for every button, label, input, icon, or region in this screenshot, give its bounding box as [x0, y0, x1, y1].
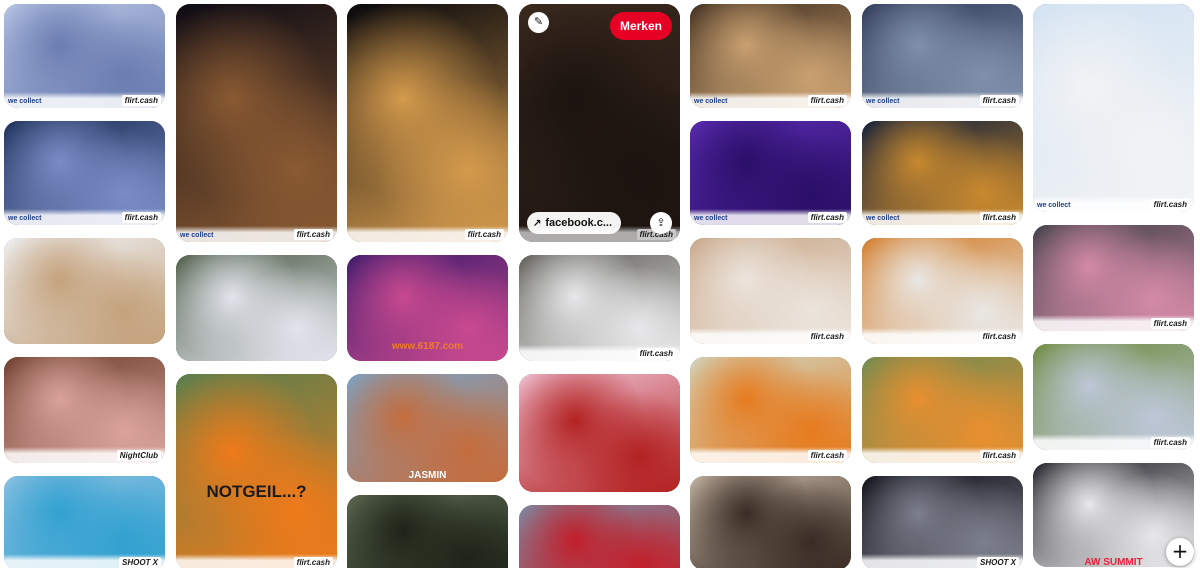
- pin-outdoor-table[interactable]: [176, 255, 337, 361]
- pin-column: flirt.cash www.6187.com JASMIN: [347, 4, 508, 568]
- pin-tyn-church[interactable]: flirt.cash: [347, 4, 508, 242]
- pin-booth-men[interactable]: flirt.cash we collect: [1033, 4, 1194, 212]
- pin-image: [347, 4, 508, 242]
- share-icon[interactable]: ⇪: [650, 212, 672, 234]
- watermark-logo-left: we collect: [694, 215, 728, 222]
- pin-image: [176, 4, 337, 242]
- watermark-logo: NightClub: [116, 450, 161, 461]
- pin-red-jackets[interactable]: [519, 374, 680, 492]
- pin-orange-shirt-man[interactable]: NOTGEIL...? flirt.cash: [176, 374, 337, 568]
- pin-expo-booth[interactable]: flirt.cash we collect: [4, 4, 165, 108]
- watermark-logo: flirt.cash: [1150, 199, 1190, 210]
- pin-drinks-table[interactable]: flirt.cash: [1033, 225, 1194, 331]
- save-button[interactable]: Merken: [609, 12, 672, 40]
- plus-icon: +: [1171, 539, 1189, 563]
- watermark-logo: flirt.cash: [979, 95, 1019, 106]
- pin-image: [690, 476, 851, 568]
- pin-image: [4, 238, 165, 344]
- pin-image: [176, 255, 337, 361]
- pin-grid: flirt.cash we collect flirt.cash we collect…: [0, 0, 1200, 568]
- pin-image-text: JASMIN: [408, 470, 447, 481]
- watermark-logo: flirt.cash: [807, 95, 847, 106]
- watermark-logo: flirt.cash: [807, 212, 847, 223]
- pin-column: flirt.cash we collect NOTGEIL...? flirt.cas…: [176, 4, 337, 568]
- pin-column: flirt.cash we collect flirt.cash we collect…: [4, 4, 165, 568]
- pin-cafe-terrace[interactable]: flirt.cash: [519, 255, 680, 361]
- pin-conference[interactable]: flirt.cash we collect: [862, 4, 1023, 108]
- pin-table-friends[interactable]: [4, 238, 165, 344]
- pin-image: [347, 374, 508, 482]
- pin-image-text: NOTGEIL...?: [206, 482, 307, 501]
- pin-orange-group[interactable]: flirt.cash: [862, 238, 1023, 344]
- pin-image-text: www.6187.com: [391, 341, 464, 352]
- pin-group-photo[interactable]: [519, 505, 680, 568]
- pin-show-hovered[interactable]: flirt.cash ✎ Merken ↗ facebook.c... ⇪: [519, 4, 680, 242]
- watermark-logo: SHOOT X: [976, 557, 1019, 568]
- pin-beer-garden[interactable]: flirt.cash: [862, 357, 1023, 463]
- pin-meeting-outside[interactable]: flirt.cash: [690, 357, 851, 463]
- source-link-label: facebook.c...: [545, 217, 613, 229]
- pin-charles-bridge[interactable]: flirt.cash we collect: [862, 121, 1023, 225]
- watermark-logo-left: we collect: [8, 98, 42, 105]
- watermark-logo: flirt.cash: [293, 229, 333, 240]
- watermark-logo: SHOOT X: [118, 557, 161, 568]
- source-link-button[interactable]: ↗ facebook.c...: [527, 212, 622, 234]
- watermark-logo: flirt.cash: [807, 331, 847, 342]
- pin-pool-resort[interactable]: SHOOT X: [4, 476, 165, 568]
- watermark-logo-left: we collect: [1037, 202, 1071, 209]
- pin-aerial-act[interactable]: flirt.cash we collect: [690, 121, 851, 225]
- watermark-logo: flirt.cash: [121, 212, 161, 223]
- pin-image: [347, 495, 508, 568]
- pin-image: [176, 374, 337, 568]
- watermark-logo: flirt.cash: [1150, 437, 1190, 448]
- pin-column: flirt.cash ✎ Merken ↗ facebook.c... ⇪ flirt.ca…: [519, 4, 680, 568]
- watermark-logo: flirt.cash: [636, 348, 676, 359]
- pin-powder-tower[interactable]: flirt.cash we collect: [176, 4, 337, 242]
- pin-column: flirt.cash we collect flirt.cash we collect…: [690, 4, 851, 568]
- pin-tent-hall[interactable]: [690, 476, 851, 568]
- watermark-logo-left: we collect: [866, 215, 900, 222]
- pin-dancer-bar[interactable]: flirt.cash we collect: [690, 4, 851, 108]
- add-pin-button[interactable]: +: [1166, 538, 1194, 566]
- pin-go-karts[interactable]: [347, 495, 508, 568]
- pin-stage-show[interactable]: www.6187.com: [347, 255, 508, 361]
- pin-two-women[interactable]: NightClub: [4, 357, 165, 463]
- pin-sparklers[interactable]: SHOOT X: [862, 476, 1023, 568]
- watermark-logo: flirt.cash: [1150, 318, 1190, 329]
- watermark-logo-left: we collect: [694, 98, 728, 105]
- watermark-logo: flirt.cash: [979, 331, 1019, 342]
- pin-column: flirt.cash we collect flirt.cash flirt.cash…: [1033, 4, 1194, 568]
- pin-image: [519, 374, 680, 492]
- watermark-logo: flirt.cash: [293, 557, 333, 568]
- watermark-logo: flirt.cash: [121, 95, 161, 106]
- watermark-logo-left: we collect: [866, 98, 900, 105]
- watermark-logo: flirt.cash: [979, 450, 1019, 461]
- watermark-logo: flirt.cash: [807, 450, 847, 461]
- pin-party-group[interactable]: flirt.cash we collect: [4, 121, 165, 225]
- pencil-icon[interactable]: ✎: [528, 12, 549, 33]
- watermark-logo-left: we collect: [8, 215, 42, 222]
- pin-image: [519, 505, 680, 568]
- watermark-logo-left: we collect: [180, 232, 214, 239]
- watermark-logo: flirt.cash: [979, 212, 1019, 223]
- pin-column: flirt.cash we collect flirt.cash we collect…: [862, 4, 1023, 568]
- pin-pool-party[interactable]: JASMIN: [347, 374, 508, 482]
- pin-terrace-group[interactable]: flirt.cash: [1033, 344, 1194, 450]
- arrow-up-right-icon: ↗: [533, 218, 542, 229]
- watermark-logo: flirt.cash: [464, 229, 504, 240]
- pin-blonde-table[interactable]: flirt.cash: [690, 238, 851, 344]
- pin-image: [1033, 4, 1194, 212]
